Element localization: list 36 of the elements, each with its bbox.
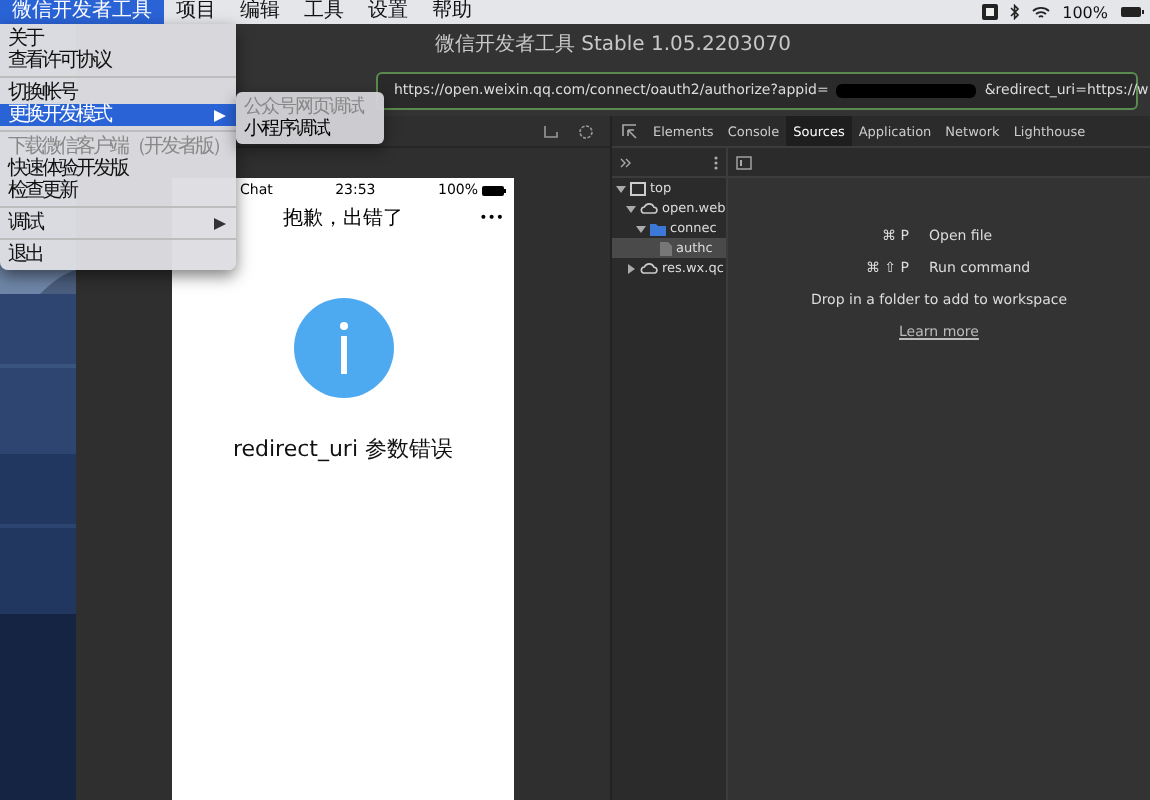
menu-bar-item[interactable]: 设置: [356, 0, 420, 24]
menu-item[interactable]: 小程序调试: [236, 118, 384, 140]
menu-item[interactable]: 快速体验开发版: [0, 158, 236, 180]
page-title: 抱歉，出错了: [283, 205, 403, 232]
menu-item[interactable]: 更换开发模式: [0, 104, 236, 126]
inspect-icon[interactable]: [622, 123, 638, 139]
submenu-arrow-icon: [214, 217, 226, 229]
battery-icon[interactable]: [1120, 6, 1144, 18]
menu-bar-item[interactable]: 工具: [292, 0, 356, 24]
menu-item[interactable]: 退出: [0, 244, 236, 266]
menu-item[interactable]: 调试: [0, 212, 236, 234]
menu-item[interactable]: 关于: [0, 28, 236, 50]
bluetooth-icon[interactable]: [1010, 4, 1021, 20]
menu-item[interactable]: 检查更新: [0, 180, 236, 202]
chevron-icon[interactable]: [620, 157, 632, 167]
cloud-icon: [640, 202, 658, 214]
frame-icon: [630, 181, 646, 195]
window-title: 微信开发者工具 Stable 1.05.2203070: [434, 31, 791, 58]
menu-item[interactable]: 切换帐号: [0, 82, 236, 104]
redaction-mark: [836, 83, 977, 97]
menu-bar-item[interactable]: 编辑: [228, 0, 292, 24]
info-icon: [293, 298, 393, 398]
wifi-icon[interactable]: [1032, 5, 1051, 19]
submenu-arrow-icon: [214, 109, 226, 121]
file-icon: [660, 241, 672, 255]
cloud-icon: [640, 262, 658, 274]
battery-percent: 100%: [1062, 3, 1108, 21]
app-status-icon[interactable]: [982, 4, 999, 20]
error-message: redirect_uri 参数错误: [232, 434, 454, 464]
menu-item[interactable]: 查看许可协议: [0, 50, 236, 72]
battery-icon: [482, 185, 506, 195]
menu-bar-item[interactable]: 微信开发者工具: [0, 0, 164, 24]
menu-bar-item[interactable]: 项目: [164, 0, 228, 24]
menu-bar-item[interactable]: 帮助: [420, 0, 484, 24]
collapse-arrow-icon[interactable]: [626, 263, 636, 273]
panel-toggle-icon[interactable]: [736, 155, 752, 169]
